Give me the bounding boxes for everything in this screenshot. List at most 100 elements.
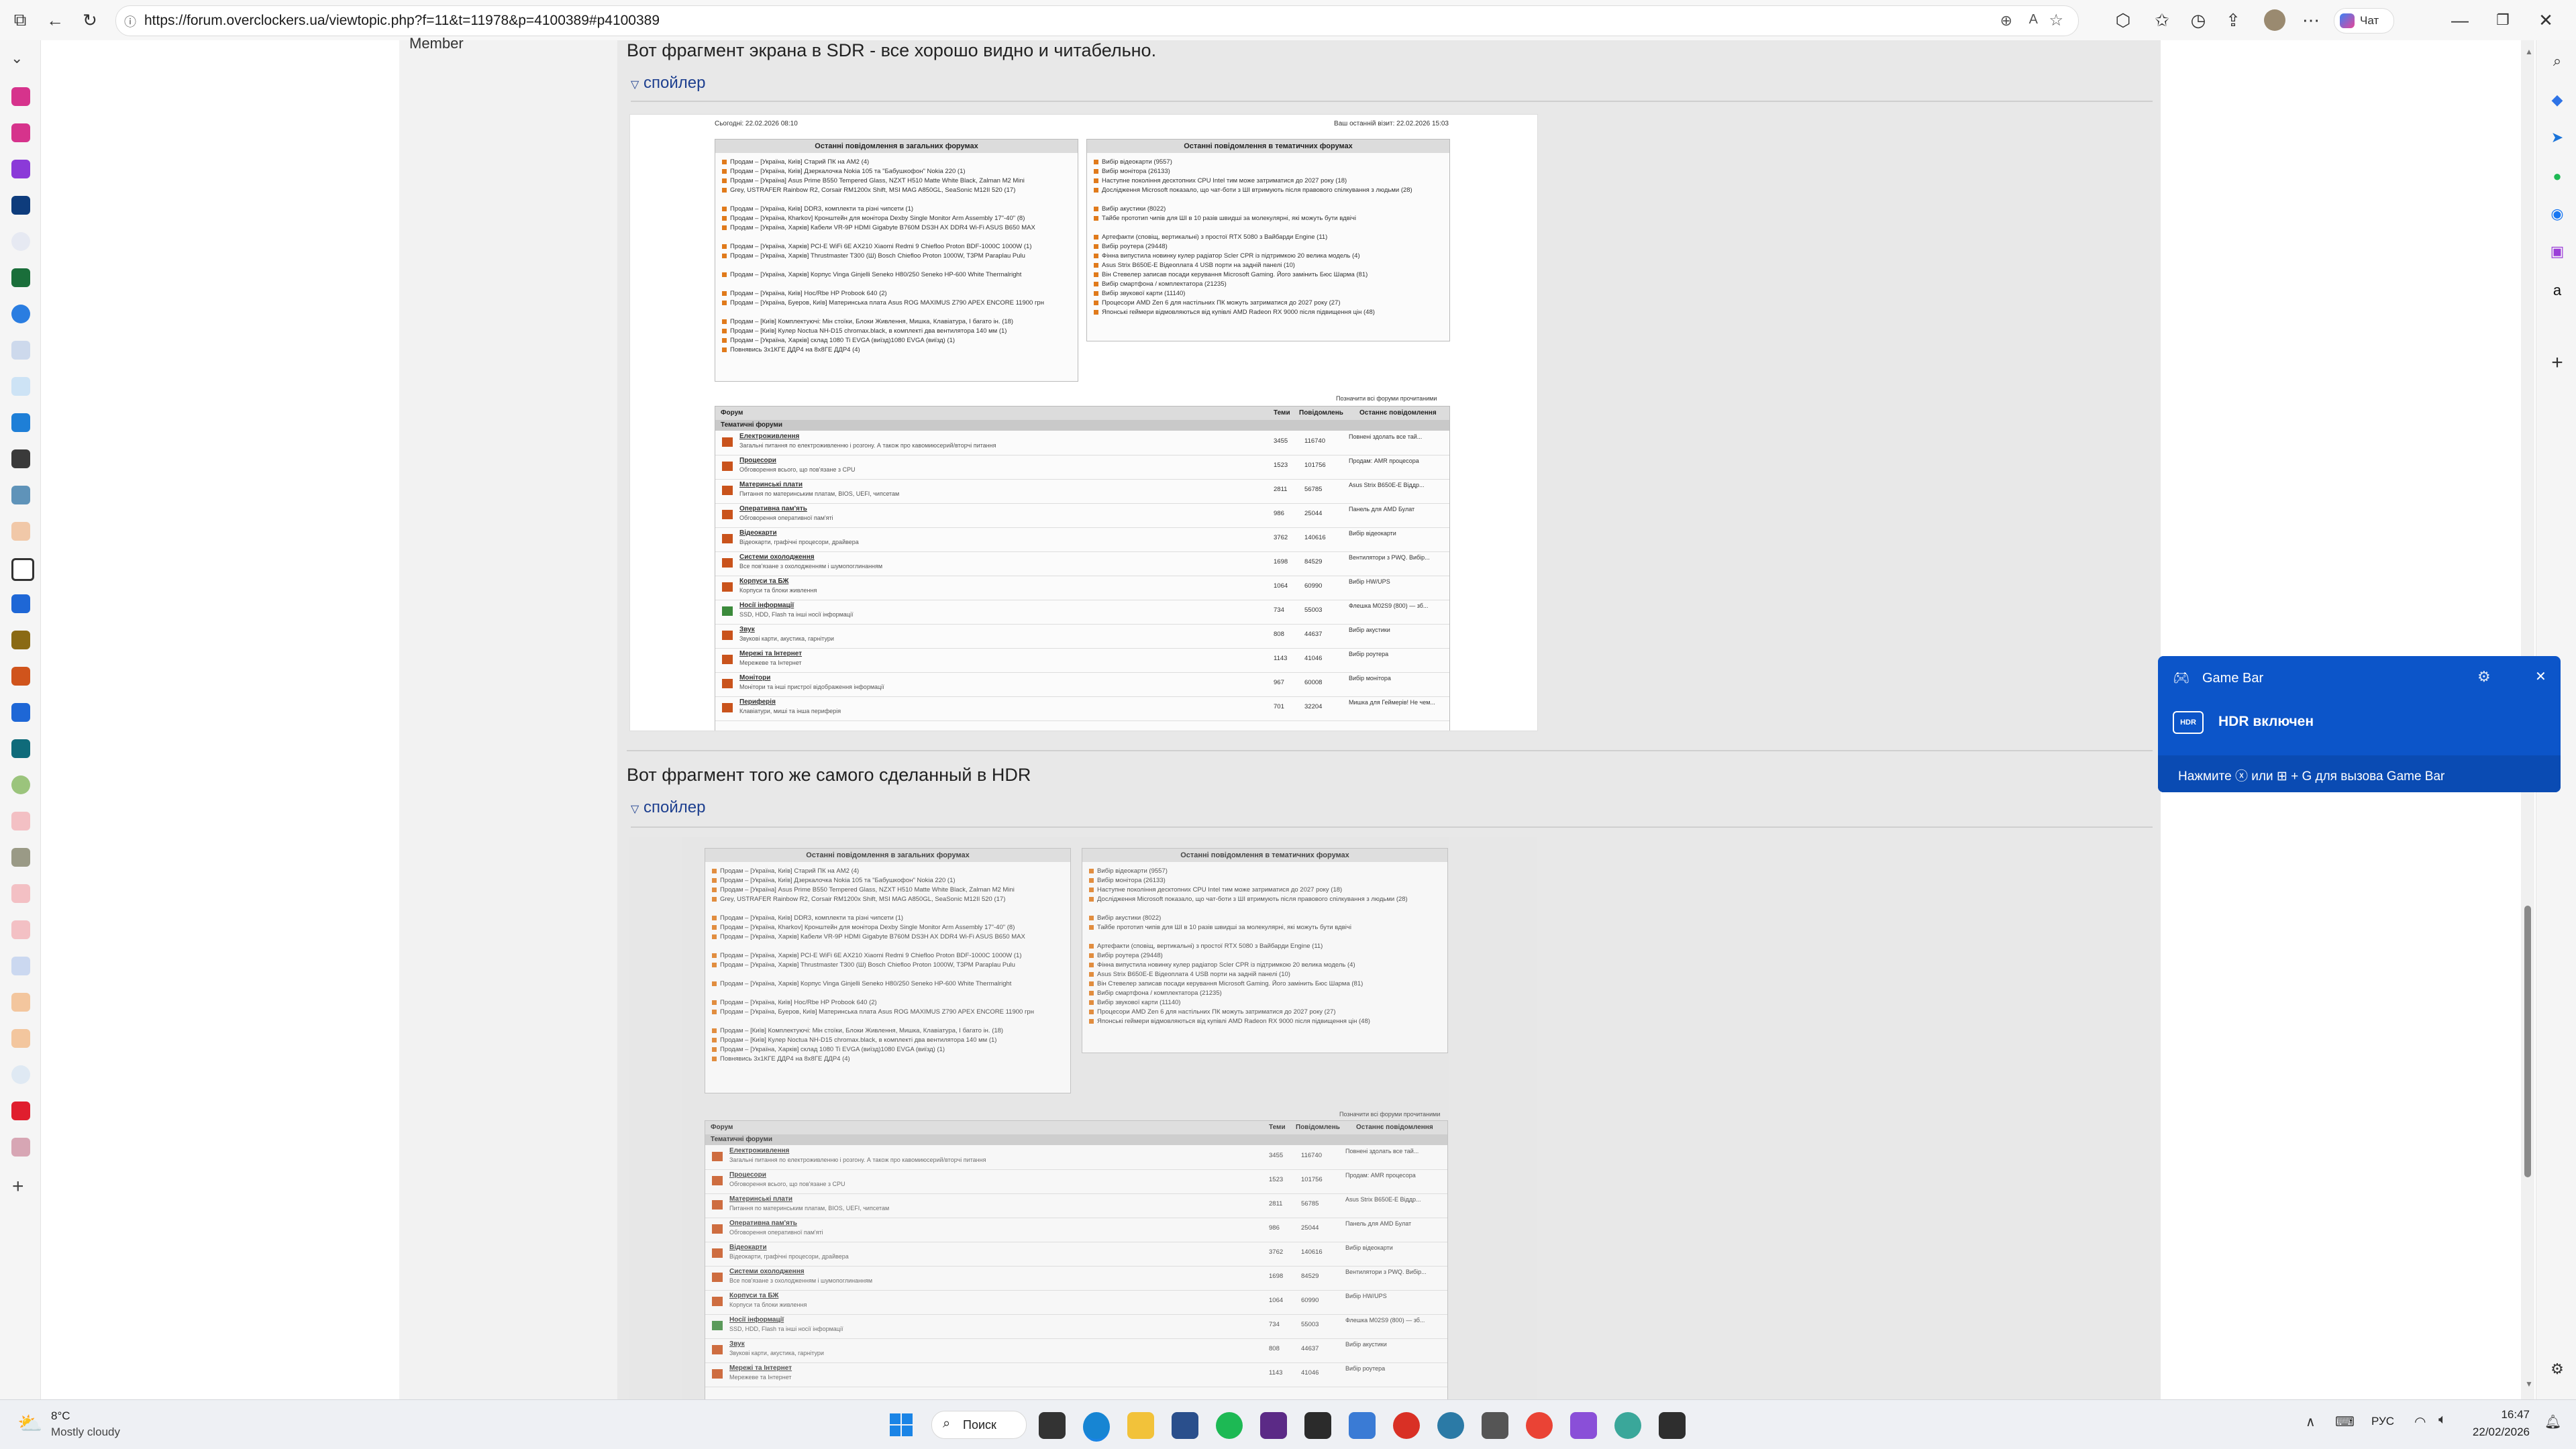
tab-favicon-7[interactable] bbox=[11, 305, 30, 323]
tab-favicon-1[interactable] bbox=[11, 87, 30, 106]
gamebar-close-icon[interactable]: ✕ bbox=[2535, 668, 2546, 685]
forum-row[interactable]: Оперативна пам'ять Обговорення оперативно… bbox=[705, 1218, 1447, 1242]
history-icon[interactable]: ◷ bbox=[2187, 9, 2209, 31]
forum-name[interactable]: Електроживлення bbox=[739, 433, 799, 440]
forum-last[interactable]: Вентилятори з PWQ. Вибір... bbox=[1349, 553, 1430, 561]
forum-name[interactable]: Материнські плати bbox=[729, 1195, 792, 1203]
notification-bell-icon[interactable]: 🔔︎ bbox=[2544, 1413, 2561, 1430]
forum-row[interactable]: Електроживлення Загальні питання по елект… bbox=[705, 1145, 1447, 1170]
telegram-icon[interactable]: ➤ bbox=[2548, 129, 2566, 146]
tab-favicon-28[interactable] bbox=[11, 1065, 30, 1084]
forum-name[interactable]: Звук bbox=[739, 626, 755, 633]
copilot-chat-button[interactable]: Чат bbox=[2334, 8, 2394, 34]
forum-last[interactable]: Вибір роутера bbox=[1349, 650, 1388, 658]
forum-row[interactable]: Відеокарти Відеокарти, графічні процесори… bbox=[705, 1242, 1447, 1267]
forum-name[interactable]: Системи охолодження bbox=[739, 553, 815, 561]
forum-name[interactable]: Материнські плати bbox=[739, 481, 803, 488]
tab-favicon-11[interactable] bbox=[11, 449, 30, 468]
tab-favicon-active[interactable] bbox=[11, 558, 34, 581]
forum-name[interactable]: Процесори bbox=[729, 1171, 766, 1179]
forum-last[interactable]: Флешка M02S9 (800) — зб... bbox=[1345, 1316, 1425, 1324]
zoom-icon[interactable]: ⊕ bbox=[2000, 12, 2012, 30]
forum-name[interactable]: Носії інформації bbox=[739, 602, 794, 609]
tab-favicon-15[interactable] bbox=[11, 594, 30, 613]
forum-row[interactable]: Корпуси та БЖ Корпуси та блоки живлення 10… bbox=[715, 576, 1449, 600]
instagram-icon[interactable]: ▣ bbox=[2548, 243, 2566, 260]
tab-favicon-30[interactable] bbox=[11, 1138, 30, 1157]
tab-favicon-18[interactable] bbox=[11, 703, 30, 722]
forum-row[interactable]: Корпуси та БЖ Корпуси та блоки живлення 10… bbox=[705, 1290, 1447, 1315]
forum-row[interactable]: Материнські плати Питання по материнським… bbox=[715, 479, 1449, 504]
maps-icon[interactable] bbox=[1393, 1412, 1420, 1439]
tab-favicon-24[interactable] bbox=[11, 920, 30, 939]
forum-last[interactable]: Флешка M02S9 (800) — зб... bbox=[1349, 602, 1428, 610]
refresh-icon[interactable]: ↻ bbox=[79, 9, 101, 31]
steam-icon[interactable] bbox=[1437, 1412, 1464, 1439]
chatgpt-icon[interactable] bbox=[1614, 1412, 1641, 1439]
sidebar-settings-icon[interactable]: ⚙ bbox=[2548, 1360, 2566, 1378]
forum-last[interactable]: Asus Strix B650E-E Віддр... bbox=[1349, 481, 1425, 489]
forum-last[interactable]: Панель для AMD Булат bbox=[1349, 505, 1414, 513]
favorite-star-icon[interactable]: ☆ bbox=[2049, 11, 2063, 30]
language-indicator[interactable]: РУС bbox=[2371, 1415, 2394, 1428]
spoiler-toggle-2[interactable]: ▽ спойлер bbox=[631, 798, 705, 817]
chrome-icon[interactable] bbox=[1526, 1412, 1553, 1439]
forum-name[interactable]: Мережі та Інтернет bbox=[729, 1364, 792, 1372]
tab-favicon-10[interactable] bbox=[11, 413, 30, 432]
forum-last[interactable]: Повнені здолать все тай... bbox=[1349, 433, 1422, 441]
tab-favicon-9[interactable] bbox=[11, 377, 30, 396]
tab-favicon-13[interactable] bbox=[11, 522, 30, 541]
add-sidebar-app-icon[interactable]: + bbox=[2548, 352, 2566, 374]
favorites-icon[interactable]: ✩ bbox=[2151, 9, 2173, 31]
clock-date[interactable]: 22/02/2026 bbox=[2467, 1426, 2530, 1439]
start-icon[interactable] bbox=[890, 1413, 913, 1436]
share-icon[interactable]: ⇪ bbox=[2222, 9, 2244, 31]
volume-icon[interactable]: 🔈︎ bbox=[2438, 1412, 2446, 1428]
restore-icon[interactable]: ❐ bbox=[2492, 9, 2514, 31]
amazon-icon[interactable]: a bbox=[2548, 282, 2566, 299]
forum-last[interactable]: Мишка для Геймерів! Не чем... bbox=[1349, 698, 1435, 706]
tab-favicon-25[interactable] bbox=[11, 957, 30, 975]
wifi-icon[interactable]: ◠ bbox=[2414, 1413, 2426, 1430]
shopping-tag-icon[interactable]: ◆ bbox=[2548, 91, 2566, 109]
forum-last[interactable]: Вибір відеокарти bbox=[1345, 1244, 1393, 1252]
tab-favicon-5[interactable] bbox=[11, 232, 30, 251]
messenger-icon[interactable]: ◉ bbox=[2548, 205, 2566, 223]
forum-row[interactable]: Електроживлення Загальні питання по елект… bbox=[715, 431, 1449, 455]
forum-name[interactable]: Відеокарти bbox=[739, 529, 777, 537]
forum-name[interactable]: Звук bbox=[729, 1340, 745, 1348]
tab-favicon-23[interactable] bbox=[11, 884, 30, 903]
forum-last[interactable]: Повнені здолать все тай... bbox=[1345, 1147, 1419, 1155]
tray-overflow-icon[interactable]: ∧ bbox=[2306, 1413, 2316, 1430]
collapse-tabs-icon[interactable]: ⌄ bbox=[11, 50, 23, 67]
forum-row[interactable]: Мережі та Інтернет Мережеве та Інтернет 11… bbox=[715, 648, 1449, 673]
weather-temp[interactable]: 8°C bbox=[51, 1409, 70, 1423]
tab-favicon-19[interactable] bbox=[11, 739, 30, 758]
forum-name[interactable]: Носії інформації bbox=[729, 1316, 784, 1324]
forum-name[interactable]: Монітори bbox=[739, 674, 770, 682]
forum-row[interactable]: Мережі та Інтернет Мережеве та Інтернет 11… bbox=[705, 1362, 1447, 1387]
forum-name[interactable]: Оперативна пам'ять bbox=[739, 505, 807, 513]
weather-desc[interactable]: Mostly cloudy bbox=[51, 1426, 120, 1439]
forum-last[interactable]: Вибір HW/UPS bbox=[1345, 1292, 1387, 1300]
forum-row[interactable]: Процесори Обговорення всього, що пов'язан… bbox=[705, 1169, 1447, 1194]
forum-row[interactable]: Відеокарти Відеокарти, графічні процесори… bbox=[715, 527, 1449, 552]
forum-row[interactable]: Процесори Обговорення всього, що пов'язан… bbox=[715, 455, 1449, 480]
sdr-screenshot[interactable]: Сьогодні: 22.02.2026 08:10 Ваш останній … bbox=[629, 114, 1538, 731]
forum-last[interactable]: Вибір акустики bbox=[1349, 626, 1390, 634]
forum-name[interactable]: Процесори bbox=[739, 457, 776, 464]
spotify-icon[interactable]: ● bbox=[2548, 168, 2566, 185]
forum-last[interactable]: Вибір монітора bbox=[1349, 674, 1391, 682]
forum-name[interactable]: Периферія bbox=[739, 698, 776, 706]
forum-name[interactable]: Оперативна пам'ять bbox=[729, 1220, 797, 1227]
vpn-icon[interactable] bbox=[1570, 1412, 1597, 1439]
forum-last[interactable]: Вентилятори з PWQ. Вибір... bbox=[1345, 1268, 1427, 1276]
calculator-icon[interactable] bbox=[1482, 1412, 1508, 1439]
spoiler-toggle-1[interactable]: ▽ спойлер bbox=[631, 74, 705, 93]
forum-name[interactable]: Корпуси та БЖ bbox=[739, 578, 788, 585]
search-icon[interactable]: ⌕ bbox=[2548, 52, 2566, 70]
forum-row[interactable]: Монітори Монітори та інші пристрої відобр… bbox=[715, 672, 1449, 697]
new-tab-icon[interactable]: + bbox=[12, 1175, 24, 1198]
forum-row[interactable]: Носії інформації SSD, HDD, Flash та інші … bbox=[715, 600, 1449, 625]
scroll-down-icon[interactable]: ▼ bbox=[2525, 1379, 2533, 1389]
